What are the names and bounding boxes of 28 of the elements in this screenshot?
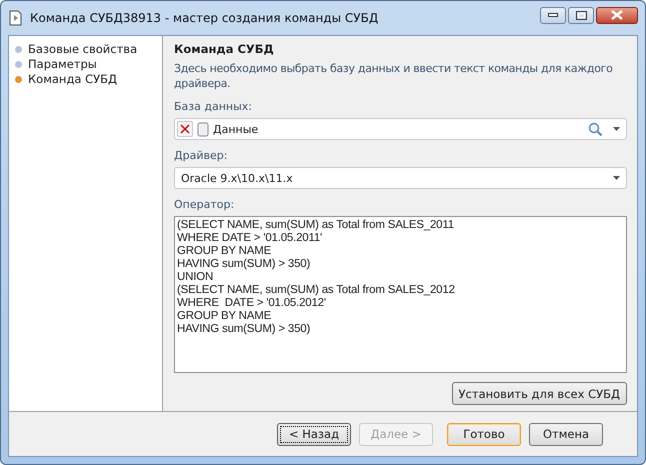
- maximize-icon: [576, 10, 586, 20]
- step-item[interactable]: Базовые свойства: [28, 42, 138, 56]
- maximize-button[interactable]: [568, 6, 594, 24]
- dropdown-arrow-icon[interactable]: [613, 176, 620, 180]
- dropdown-arrow-icon[interactable]: [613, 127, 620, 131]
- search-icon[interactable]: [588, 122, 603, 136]
- page-description: Здесь необходимо выбрать базу данных и ввести текст команды для каждого драйвера.: [174, 61, 614, 91]
- driver-label: Драйвер:: [174, 149, 228, 162]
- operator-field[interactable]: (SELECT NAME, sum(SUM) as Total from SALES_2011 WHERE DATE > '01.05.2011' GROUP BY NAME HAVING sum(SUM) > 350) UNION (SELECT NAME, sum(SUM) as Total from SALES_2012 WHERE DATE > '01.05.2012' GROUP BY NAME HAVING sum(SUM) > 350): [174, 216, 627, 373]
- wizard-button[interactable]: Готово: [447, 422, 521, 446]
- page-title: Команда СУБД: [174, 42, 275, 56]
- apply-all-button[interactable]: Установить для всех СУБД: [452, 382, 627, 405]
- step-item[interactable]: Команда СУБД: [28, 72, 118, 86]
- database-field[interactable]: Данные: [174, 118, 627, 140]
- wizard-button[interactable]: Отмена: [529, 422, 603, 446]
- operator-label: Оператор:: [174, 198, 236, 211]
- wizard-icon: [8, 9, 24, 27]
- clear-icon[interactable]: [177, 121, 193, 137]
- close-icon: [611, 10, 623, 20]
- database-label: База данных:: [174, 100, 254, 113]
- close-button[interactable]: [596, 6, 638, 24]
- driver-dropdown[interactable]: Oracle 9.x\10.x\11.x: [174, 167, 627, 189]
- window-title: Команда СУБД38913 - мастер создания команды СУБД: [30, 11, 380, 25]
- database-icon: [197, 122, 209, 136]
- minimize-icon: [548, 13, 558, 17]
- step-item[interactable]: Параметры: [28, 57, 97, 71]
- minimize-button[interactable]: [540, 6, 566, 24]
- wizard-button[interactable]: < Назад: [277, 422, 351, 446]
